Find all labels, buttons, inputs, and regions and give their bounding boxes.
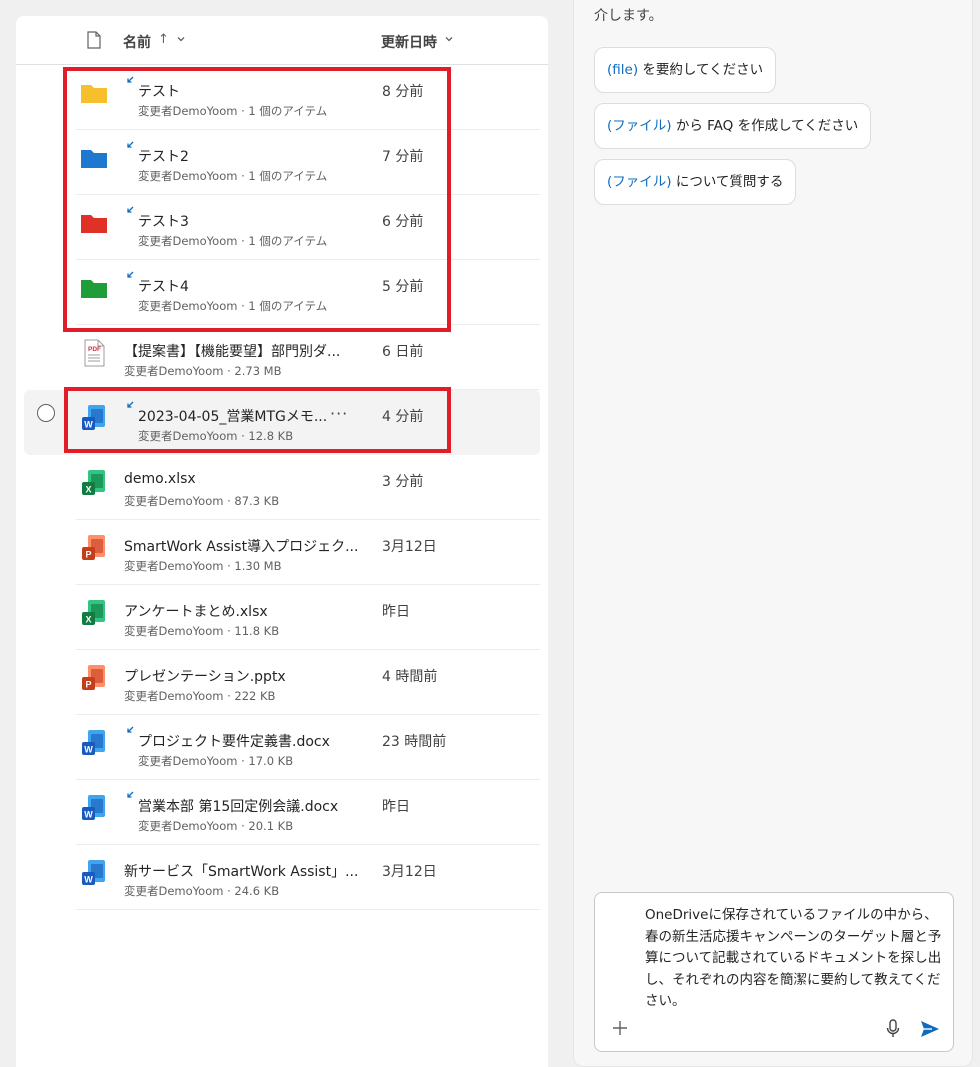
excel-file-icon: X [82,470,105,495]
file-meta: 変更者DemoYoom · 20.1 KB [138,819,294,833]
file-row[interactable]: W プロジェクト要件定義書.docx 変更者DemoYoom · 17.0 KB 23… [24,715,540,780]
modified-date: 23 時間前 [382,734,447,750]
modified-date: 3月12日 [382,864,437,880]
highlight-box-selected-file [64,387,451,453]
file-name[interactable]: アンケートまとめ.xlsx [124,601,268,621]
svg-text:P: P [85,680,91,690]
file-name[interactable]: 営業本部 第15回定例会議.docx [138,796,338,816]
file-name[interactable]: 【提案書】【機能要望】部門別ダ... [124,341,340,361]
suggestion-ask-about-file[interactable]: (ファイル) について質問する [594,159,797,205]
modified-date: 3月12日 [382,539,437,555]
powerpoint-file-icon: P [82,535,105,560]
file-meta: 変更者DemoYoom · 2.73 MB [124,364,282,378]
file-meta: 変更者DemoYoom · 1.30 MB [124,559,282,573]
chat-composer[interactable]: OneDriveに保存されているファイルの中から、春の新生活応援キャンペーンのタ… [594,892,954,1052]
modified-date: 6 日前 [382,344,424,360]
modified-date: 4 時間前 [382,669,438,685]
composer-input[interactable]: OneDriveに保存されているファイルの中から、春の新生活応援キャンペーンのタ… [645,905,947,1013]
send-icon[interactable] [920,1020,940,1038]
name-column-header[interactable]: 名前 [123,32,151,52]
microphone-icon[interactable] [885,1019,901,1039]
file-meta: 変更者DemoYoom · 87.3 KB [124,494,280,508]
file-list-header: 名前 ↑ 更新日時 [16,16,548,65]
file-name[interactable]: プロジェクト要件定義書.docx [138,731,330,751]
word-file-icon: W [82,795,105,820]
file-meta: 変更者DemoYoom · 11.8 KB [124,624,280,638]
modified-date: 昨日 [382,799,410,815]
file-row[interactable]: P SmartWork Assist導入プロジェク... 変更者DemoYoom ·… [24,520,540,585]
word-file-icon: W [82,860,105,885]
shared-arrow-icon [127,726,134,733]
modified-date: 3 分前 [382,474,424,490]
suggestion-create-faq[interactable]: (ファイル) から FAQ を作成してください [594,103,872,149]
copilot-chat-panel: 介します。 (file) を要約してください (ファイル) から FAQ を作成… [573,0,973,1067]
chevron-down-icon[interactable] [444,34,454,44]
file-row[interactable]: Xdemo.xlsx 変更者DemoYoom · 87.3 KB 3 分前 [24,455,540,520]
shared-arrow-icon [127,791,134,798]
svg-text:PDF: PDF [88,346,101,353]
file-type-icon [87,31,101,49]
svg-text:P: P [85,550,91,560]
file-name[interactable]: demo.xlsx [124,471,196,487]
row-select-radio[interactable] [37,404,55,422]
file-name[interactable]: プレゼンテーション.pptx [124,666,286,686]
svg-text:X: X [85,615,91,625]
file-row[interactable]: W 新サービス「SmartWork Assist」... 変更者DemoYoom ·… [24,845,540,910]
suggestion-file-tag: (ファイル) [607,174,672,190]
suggestion-file-tag: (ファイル) [607,118,672,134]
suggestion-file-tag: (file) [607,62,639,78]
excel-file-icon: X [82,600,105,625]
modified-column-header[interactable]: 更新日時 [381,32,437,52]
chat-intro-text: 介します。 [594,8,663,24]
highlight-box-folders [63,67,451,332]
file-row[interactable]: P プレゼンテーション.pptx 変更者DemoYoom · 222 KB 4 時間前 [24,650,540,715]
svg-text:W: W [84,745,93,755]
word-file-icon: W [82,730,105,755]
suggestion-text: を要約してください [638,62,764,78]
file-name[interactable]: SmartWork Assist導入プロジェク... [124,536,358,556]
file-meta: 変更者DemoYoom · 222 KB [124,689,276,703]
svg-text:W: W [84,875,93,885]
suggestion-summarize-file[interactable]: (file) を要約してください [594,47,777,93]
row-divider [76,909,540,910]
suggestion-text: から FAQ を作成してください [671,118,859,134]
svg-text:W: W [84,810,93,820]
file-row[interactable]: X アンケートまとめ.xlsx 変更者DemoYoom · 11.8 KB 昨日 [24,585,540,650]
powerpoint-file-icon: P [82,665,105,690]
plus-icon[interactable] [611,1019,629,1037]
file-name[interactable]: 新サービス「SmartWork Assist」... [124,861,358,881]
sort-ascending-icon[interactable]: ↑ [158,32,169,47]
suggestion-text: について質問する [671,174,784,190]
file-meta: 変更者DemoYoom · 24.6 KB [124,884,280,898]
modified-date: 昨日 [382,604,410,620]
pdf-file-icon: PDF [84,339,105,367]
chevron-down-icon[interactable] [176,34,186,44]
file-row[interactable]: W 営業本部 第15回定例会議.docx 変更者DemoYoom · 20.1 KB… [24,780,540,845]
file-row[interactable]: PDF 【提案書】【機能要望】部門別ダ... 変更者DemoYoom · 2.73… [24,325,540,390]
file-meta: 変更者DemoYoom · 17.0 KB [138,754,294,768]
svg-text:X: X [85,485,91,495]
